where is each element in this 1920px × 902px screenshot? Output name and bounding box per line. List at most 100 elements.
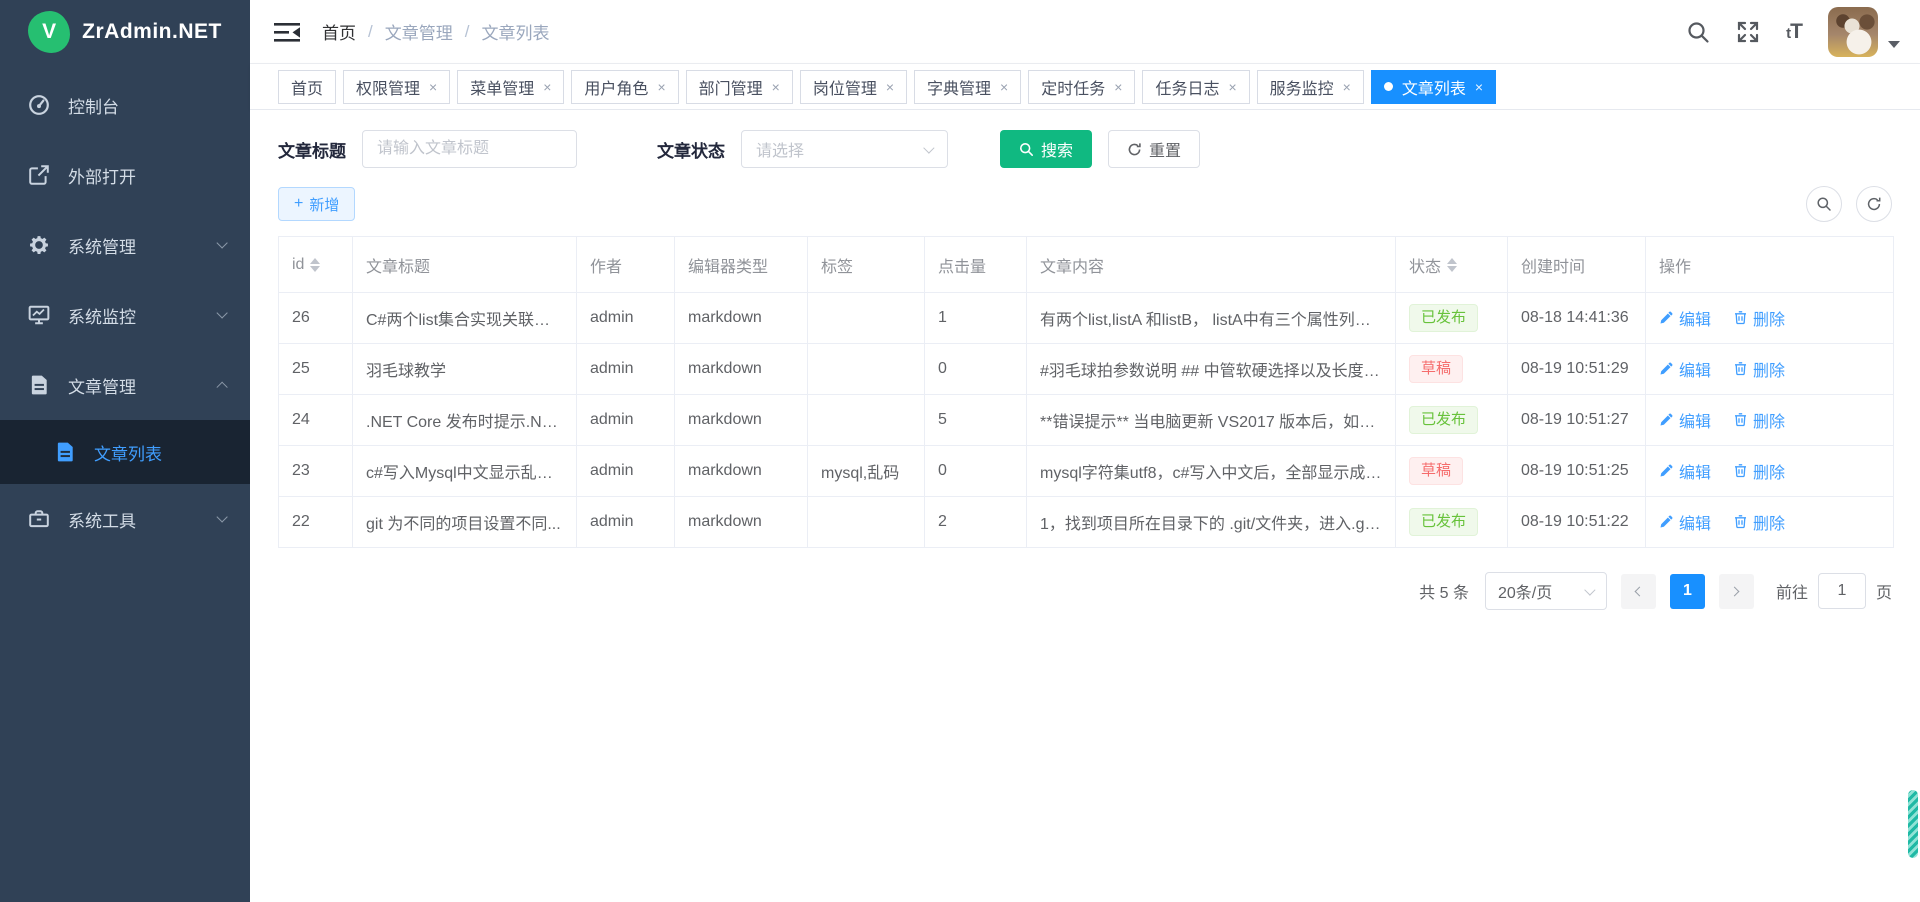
tab-字典管理[interactable]: 字典管理 × bbox=[914, 70, 1021, 104]
edit-button[interactable]: 编辑 bbox=[1659, 357, 1711, 381]
app-logo[interactable]: V ZrAdmin.NET bbox=[0, 0, 250, 64]
close-icon[interactable]: × bbox=[1343, 80, 1351, 94]
column-header-clicks: 点击量 bbox=[925, 237, 1027, 293]
close-icon[interactable]: × bbox=[772, 80, 780, 94]
sidebar-collapse-icon[interactable] bbox=[274, 21, 300, 43]
column-header-id[interactable]: id bbox=[279, 237, 353, 293]
tab-任务日志[interactable]: 任务日志× bbox=[1142, 70, 1249, 104]
edit-button[interactable]: 编辑 bbox=[1659, 306, 1711, 330]
cell-id: 24 bbox=[279, 395, 353, 446]
toolbox-icon bbox=[28, 508, 50, 530]
plus-icon: + bbox=[294, 195, 303, 213]
table-toolbar: + 新增 bbox=[278, 186, 1892, 222]
cell-created-time: 08-19 10:51:29 bbox=[1508, 344, 1646, 395]
sidebar-item-system-manage[interactable]: 系统管理 bbox=[0, 210, 250, 280]
column-header-author: 作者 bbox=[577, 237, 675, 293]
close-icon[interactable]: × bbox=[657, 80, 665, 94]
article-title-input[interactable] bbox=[362, 130, 577, 168]
delete-button[interactable]: 删除 bbox=[1733, 357, 1785, 381]
tab-label: 菜单管理 bbox=[470, 75, 534, 99]
delete-button[interactable]: 删除 bbox=[1733, 306, 1785, 330]
cell-clicks: 1 bbox=[925, 293, 1027, 344]
prev-page-button[interactable] bbox=[1621, 574, 1656, 609]
fullscreen-icon[interactable] bbox=[1736, 20, 1760, 44]
scrollbar-thumb[interactable] bbox=[1908, 790, 1918, 858]
chevron-down-icon bbox=[1585, 584, 1596, 595]
page-size-select[interactable]: 20条/页 bbox=[1485, 572, 1607, 610]
caret-down-icon bbox=[1888, 41, 1900, 48]
tab-label: 字典管理 bbox=[927, 75, 991, 99]
goto-page-input[interactable] bbox=[1818, 573, 1866, 609]
column-header-tags: 标签 bbox=[808, 237, 925, 293]
edit-button[interactable]: 编辑 bbox=[1659, 510, 1711, 534]
tab-岗位管理[interactable]: 岗位管理× bbox=[800, 70, 907, 104]
tab-label: 文章列表 bbox=[1402, 75, 1466, 99]
tab-服务监控[interactable]: 服务监控 × bbox=[1257, 70, 1364, 104]
chevron-down-icon bbox=[216, 511, 228, 523]
close-icon[interactable]: × bbox=[1475, 80, 1483, 94]
tab-label: 服务监控 bbox=[1270, 75, 1334, 99]
chevron-right-icon bbox=[1730, 586, 1740, 596]
sidebar-item-system-tools[interactable]: 系统工具 bbox=[0, 484, 250, 554]
sidebar-item-dashboard[interactable]: 控制台 bbox=[0, 70, 250, 140]
dashboard-icon bbox=[28, 94, 50, 116]
tab-文章列表[interactable]: 文章列表 × bbox=[1371, 70, 1496, 104]
column-header-content: 文章内容 bbox=[1027, 237, 1396, 293]
close-icon[interactable]: × bbox=[1114, 80, 1122, 94]
cell-author: admin bbox=[577, 293, 675, 344]
tab-用户角色[interactable]: 用户角色 × bbox=[571, 70, 678, 104]
cell-content: #羽毛球拍参数说明 ## 中管软硬选择以及长度介... bbox=[1027, 344, 1396, 395]
app-title: ZrAdmin.NET bbox=[82, 20, 222, 44]
page-unit-label: 页 bbox=[1876, 579, 1892, 603]
tab-label: 用户角色 bbox=[584, 75, 648, 99]
cell-author: admin bbox=[577, 497, 675, 548]
show-search-toggle-button[interactable] bbox=[1806, 186, 1842, 222]
sidebar-item-article-manage[interactable]: 文章管理 bbox=[0, 350, 250, 420]
breadcrumb-home[interactable]: 首页 bbox=[322, 19, 356, 44]
close-icon[interactable]: × bbox=[429, 80, 437, 94]
cell-tags bbox=[808, 497, 925, 548]
cell-clicks: 5 bbox=[925, 395, 1027, 446]
search-button[interactable]: 搜索 bbox=[1000, 130, 1092, 168]
sidebar-item-system-monitor[interactable]: 系统监控 bbox=[0, 280, 250, 350]
pagination: 共 5 条 20条/页 1 前往 页 bbox=[278, 572, 1892, 610]
sort-icon bbox=[310, 258, 320, 272]
sidebar-item-label: 外部打开 bbox=[68, 163, 226, 188]
delete-button[interactable]: 删除 bbox=[1733, 510, 1785, 534]
column-header-operations: 操作 bbox=[1646, 237, 1894, 293]
search-icon[interactable] bbox=[1686, 20, 1710, 44]
close-icon[interactable]: × bbox=[886, 80, 894, 94]
reset-button[interactable]: 重置 bbox=[1108, 130, 1200, 168]
user-avatar[interactable] bbox=[1828, 7, 1878, 57]
page-number-current[interactable]: 1 bbox=[1670, 574, 1705, 609]
next-page-button[interactable] bbox=[1719, 574, 1754, 609]
close-icon[interactable]: × bbox=[1228, 80, 1236, 94]
column-header-status[interactable]: 状态 bbox=[1396, 237, 1508, 293]
refresh-table-button[interactable] bbox=[1856, 186, 1892, 222]
close-icon[interactable]: × bbox=[543, 80, 551, 94]
tab-首页[interactable]: 首页 bbox=[278, 70, 336, 104]
monitor-icon bbox=[28, 304, 50, 326]
edit-button[interactable]: 编辑 bbox=[1659, 459, 1711, 483]
cell-tags bbox=[808, 293, 925, 344]
tab-部门管理[interactable]: 部门管理 × bbox=[686, 70, 793, 104]
sidebar-item-external-open[interactable]: 外部打开 bbox=[0, 140, 250, 210]
tab-权限管理[interactable]: 权限管理× bbox=[343, 70, 450, 104]
close-icon[interactable]: × bbox=[1000, 80, 1008, 94]
add-button[interactable]: + 新增 bbox=[278, 187, 355, 221]
user-menu[interactable] bbox=[1828, 7, 1900, 57]
article-status-select[interactable]: 请选择 bbox=[741, 130, 948, 168]
font-size-icon[interactable]: tT bbox=[1786, 20, 1802, 44]
cell-author: admin bbox=[577, 344, 675, 395]
delete-button[interactable]: 删除 bbox=[1733, 459, 1785, 483]
cell-title: .NET Core 发布时提示.NET... bbox=[353, 395, 577, 446]
tab-菜单管理[interactable]: 菜单管理 × bbox=[457, 70, 564, 104]
status-badge: 草稿 bbox=[1409, 355, 1463, 383]
column-header-created: 创建时间 bbox=[1508, 237, 1646, 293]
tab-label: 部门管理 bbox=[699, 75, 763, 99]
breadcrumb-article-manage[interactable]: 文章管理 bbox=[385, 19, 453, 44]
delete-button[interactable]: 删除 bbox=[1733, 408, 1785, 432]
edit-button[interactable]: 编辑 bbox=[1659, 408, 1711, 432]
sidebar-item-article-list[interactable]: 文章列表 bbox=[0, 420, 250, 484]
tab-定时任务[interactable]: 定时任务× bbox=[1028, 70, 1135, 104]
